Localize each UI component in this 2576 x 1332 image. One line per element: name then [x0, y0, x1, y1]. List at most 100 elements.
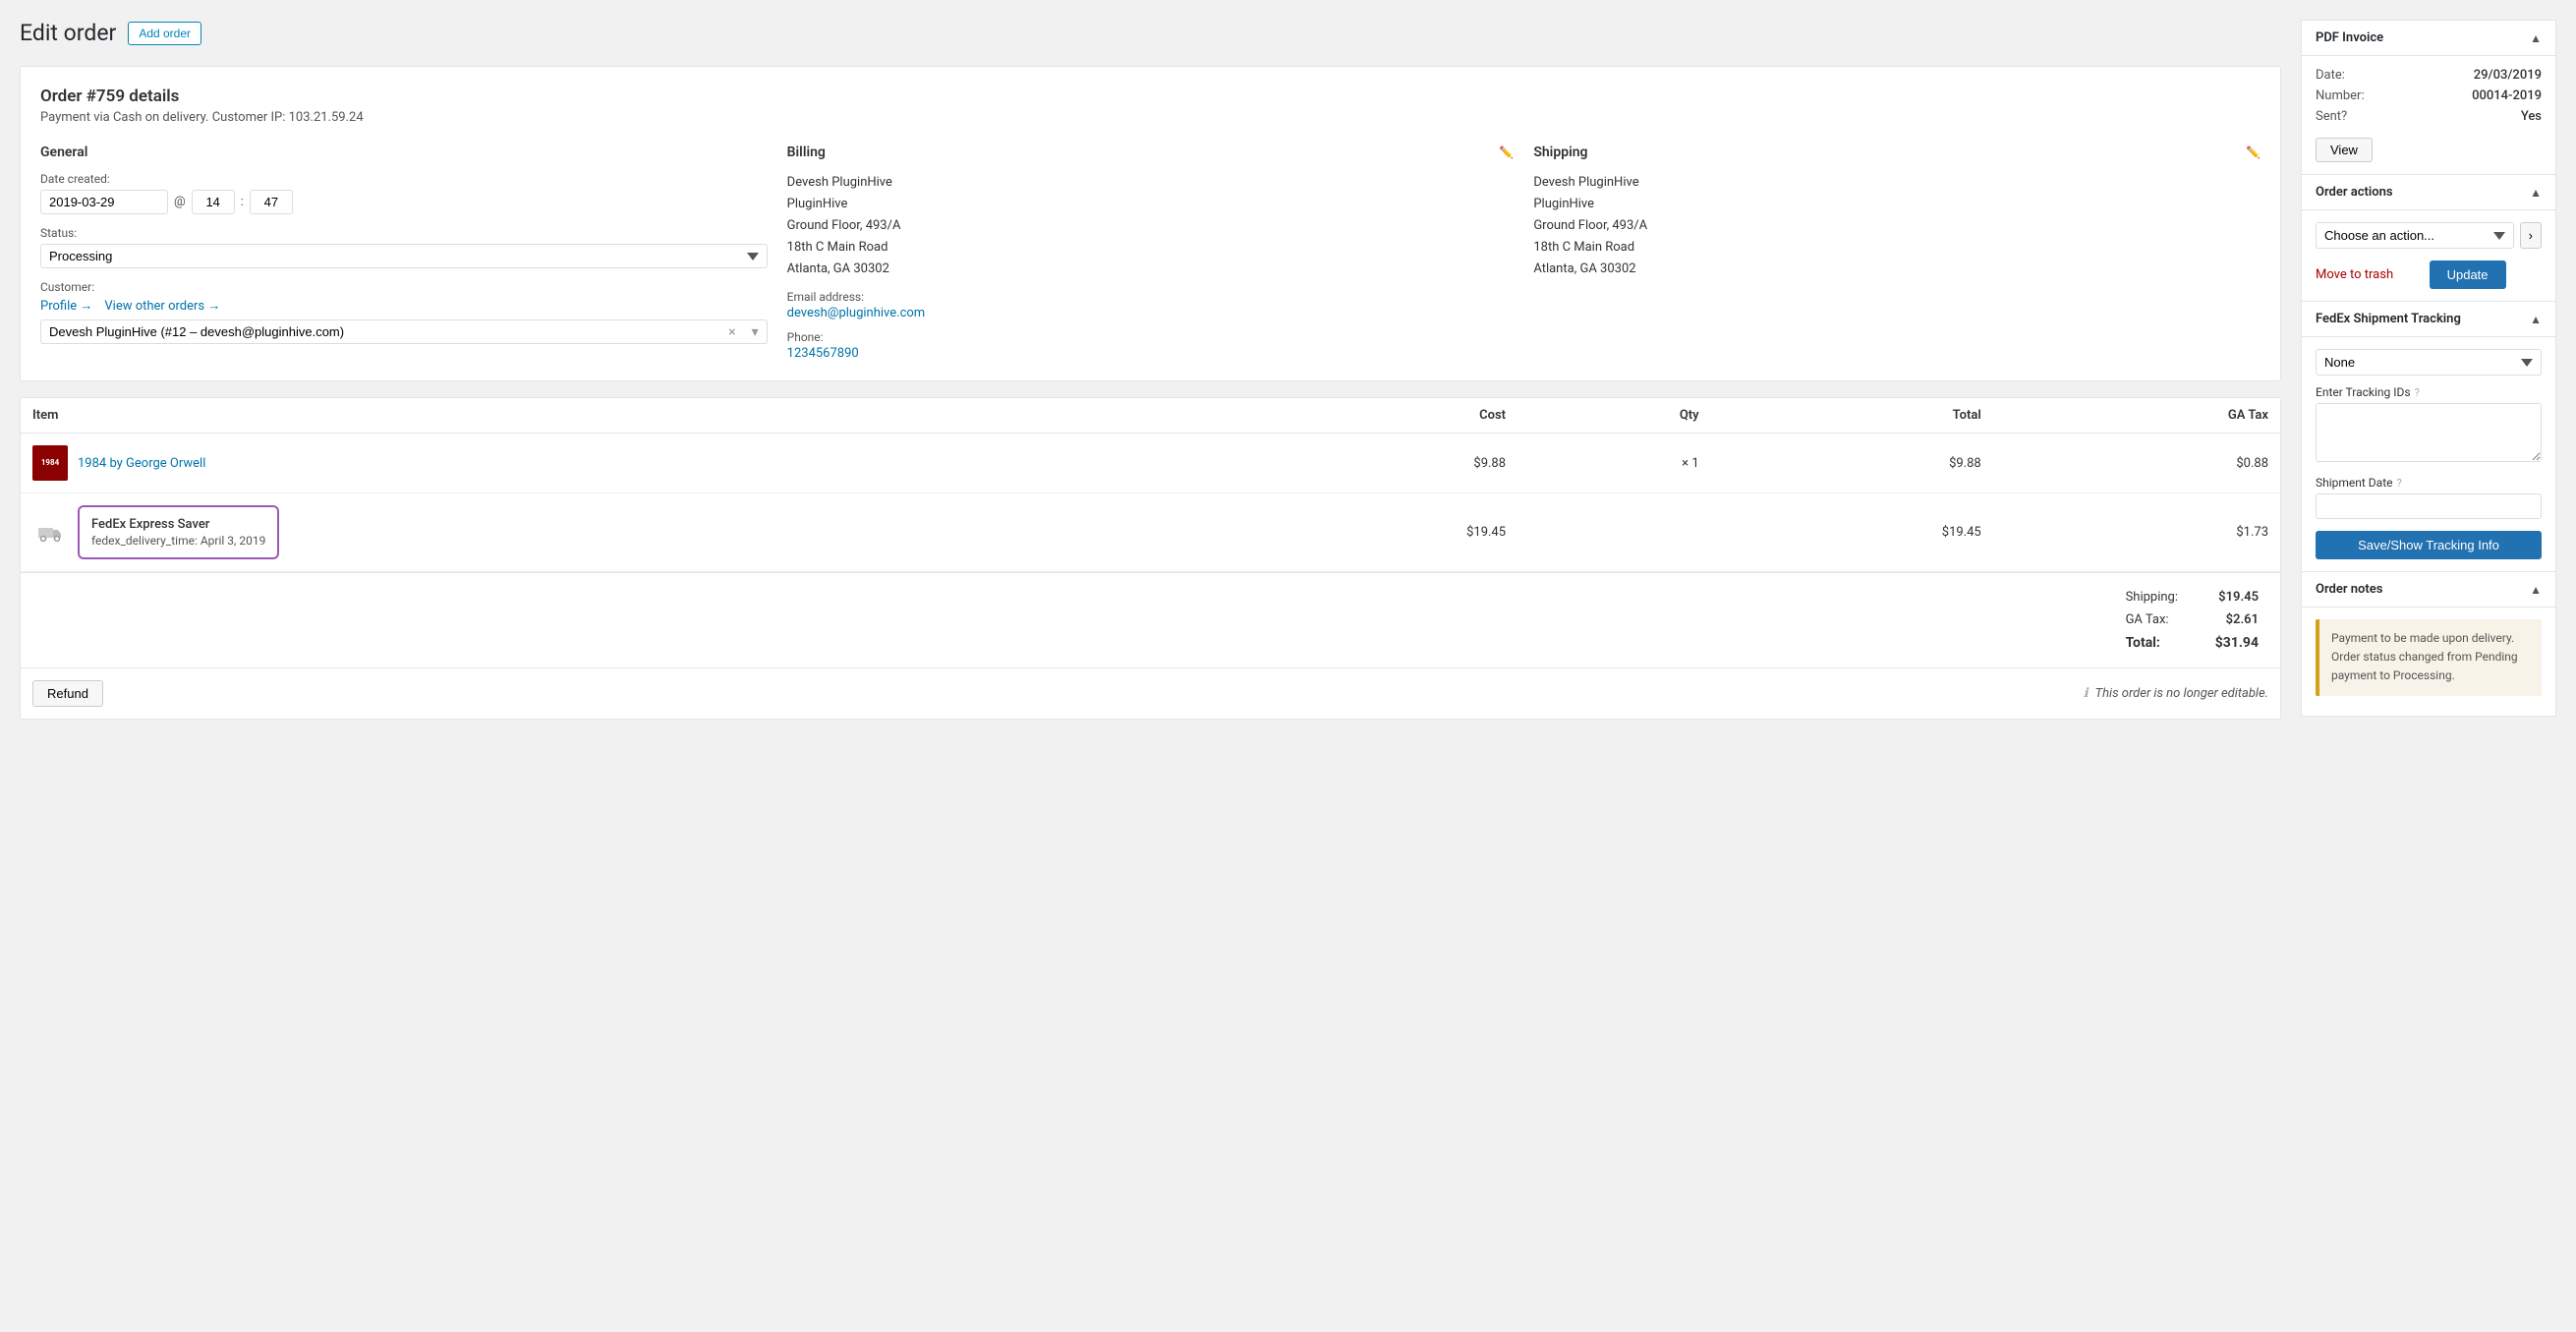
- product-total: $9.88: [1711, 434, 1993, 493]
- time-min-input[interactable]: [250, 190, 293, 214]
- totals-shipping-row: Shipping: $19.45: [2118, 587, 2266, 608]
- totals-table: Shipping: $19.45 GA Tax: $2.61 Total: $3…: [2116, 585, 2268, 656]
- page-wrapper: Edit order Add order Order #759 details …: [0, 0, 2576, 1332]
- product-qty: × 1: [1517, 434, 1711, 493]
- col-ga-tax: GA Tax: [1993, 398, 2280, 434]
- view-other-orders-link[interactable]: View other orders →: [104, 298, 220, 314]
- view-invoice-button[interactable]: View: [2316, 138, 2373, 162]
- table-row: 1984 1984 by George Orwell $9.88 × 1 $9.…: [21, 434, 2280, 493]
- fedex-tracking-body: None Enter Tracking IDs ? Shipment Date …: [2302, 337, 2555, 571]
- shipping-address1: Ground Floor, 493/A: [1533, 215, 2261, 237]
- time-hour-input[interactable]: [192, 190, 235, 214]
- order-actions-collapse-icon: ▲: [2530, 186, 2542, 200]
- product-thumbnail: 1984: [32, 445, 68, 481]
- tracking-ids-textarea[interactable]: [2316, 403, 2542, 462]
- status-label: Status:: [40, 226, 768, 240]
- billing-email[interactable]: devesh@pluginhive.com: [787, 306, 926, 320]
- general-section-title: General: [40, 145, 768, 160]
- page-title: Edit order: [20, 20, 116, 46]
- pdf-date-value: 29/03/2019: [2474, 68, 2542, 83]
- tracking-help-icon: ?: [2415, 386, 2420, 399]
- order-actions-header[interactable]: Order actions ▲: [2302, 175, 2555, 210]
- status-select[interactable]: Processing: [40, 244, 768, 268]
- page-header: Edit order Add order: [20, 20, 2281, 46]
- general-section: General Date created: @ :: [40, 145, 768, 361]
- customer-dropdown-icon[interactable]: ▾: [744, 324, 767, 340]
- shipping-item-row: FedEx Express Saver fedex_delivery_time:…: [32, 505, 1224, 559]
- item-row: 1984 1984 by George Orwell: [32, 445, 1224, 481]
- customer-select-wrap: × ▾: [40, 319, 768, 344]
- product-link[interactable]: 1984 by George Orwell: [78, 456, 205, 471]
- shipping-row: FedEx Express Saver fedex_delivery_time:…: [21, 493, 2280, 572]
- not-editable-text: This order is no longer editable.: [2095, 686, 2268, 701]
- shipping-total: $19.45: [1711, 493, 1993, 572]
- order-notes-header[interactable]: Order notes ▲: [2302, 572, 2555, 608]
- shipping-method-name: FedEx Express Saver: [91, 517, 265, 532]
- fedex-tracking-section: FedEx Shipment Tracking ▲ None Enter Tra…: [2301, 302, 2556, 572]
- billing-edit-icon[interactable]: ✏️: [1499, 145, 1514, 159]
- fedex-tracking-title: FedEx Shipment Tracking: [2316, 312, 2461, 326]
- table-header-row: Item Cost Qty Total GA Tax: [21, 398, 2280, 434]
- col-item: Item: [21, 398, 1235, 434]
- pdf-date-row: Date: 29/03/2019: [2316, 68, 2542, 83]
- email-label: Email address:: [787, 290, 1515, 304]
- update-button[interactable]: Update: [2430, 261, 2506, 289]
- order-note: Payment to be made upon delivery. Order …: [2316, 619, 2542, 696]
- shipping-company: PluginHive: [1533, 194, 2261, 215]
- billing-section: Billing ✏️ Devesh PluginHive PluginHive …: [787, 145, 1515, 361]
- shipping-ga-tax: $1.73: [1993, 493, 2280, 572]
- shipping-truck-icon: [32, 515, 68, 550]
- pdf-sent-row: Sent? Yes: [2316, 109, 2542, 124]
- billing-phone[interactable]: 1234567890: [787, 346, 859, 361]
- order-notes-section: Order notes ▲ Payment to be made upon de…: [2301, 572, 2556, 717]
- billing-name: Devesh PluginHive: [787, 172, 1515, 194]
- date-field-group: Date created: @ :: [40, 172, 768, 214]
- profile-link[interactable]: Profile →: [40, 298, 92, 314]
- pdf-sent-label: Sent?: [2316, 109, 2347, 124]
- thumb-text: 1984: [41, 459, 59, 468]
- right-panel: PDF Invoice ▲ Date: 29/03/2019 Number: 0…: [2301, 20, 2556, 720]
- billing-section-title: Billing ✏️: [787, 145, 1515, 160]
- order-notes-title: Order notes: [2316, 582, 2382, 597]
- order-action-select[interactable]: Choose an action...: [2316, 222, 2514, 249]
- order-details-title: Order #759 details: [40, 87, 2261, 106]
- order-actions-body: Choose an action... › Move to trash Upda…: [2302, 210, 2555, 301]
- totals-ga-tax-row: GA Tax: $2.61: [2118, 609, 2266, 630]
- billing-address1: Ground Floor, 493/A: [787, 215, 1515, 237]
- customer-links: Profile → View other orders →: [40, 298, 768, 314]
- totals-ga-tax-value: $2.61: [2188, 609, 2266, 630]
- action-go-button[interactable]: ›: [2520, 222, 2542, 249]
- refund-button[interactable]: Refund: [32, 680, 103, 707]
- pdf-number-value: 00014-2019: [2472, 88, 2542, 103]
- action-select-row: Choose an action... ›: [2316, 222, 2542, 249]
- shipment-date-input[interactable]: [2316, 493, 2542, 519]
- customer-input[interactable]: [41, 320, 720, 343]
- shipping-edit-icon[interactable]: ✏️: [2246, 145, 2261, 159]
- totals-total-value: $31.94: [2188, 632, 2266, 654]
- info-icon: ℹ: [2084, 686, 2089, 701]
- pdf-invoice-body: Date: 29/03/2019 Number: 00014-2019 Sent…: [2302, 56, 2555, 174]
- col-cost: Cost: [1235, 398, 1517, 434]
- product-ga-tax: $0.88: [1993, 434, 2280, 493]
- customer-field-group: Customer: Profile → View other orders → …: [40, 280, 768, 344]
- order-details-subtitle: Payment via Cash on delivery. Customer I…: [40, 110, 2261, 125]
- fedex-carrier-select[interactable]: None: [2316, 349, 2542, 376]
- pdf-invoice-header[interactable]: PDF Invoice ▲: [2302, 21, 2555, 56]
- move-to-trash-link[interactable]: Move to trash: [2316, 267, 2393, 282]
- left-panel: Edit order Add order Order #759 details …: [20, 20, 2281, 720]
- customer-clear-button[interactable]: ×: [720, 324, 743, 340]
- phone-label: Phone:: [787, 330, 1515, 344]
- main-content-wrapper: Edit order Add order Order #759 details …: [0, 0, 2576, 739]
- add-order-button[interactable]: Add order: [128, 22, 201, 45]
- product-cell: 1984 1984 by George Orwell: [21, 434, 1235, 493]
- date-input[interactable]: [40, 190, 168, 214]
- pdf-invoice-section: PDF Invoice ▲ Date: 29/03/2019 Number: 0…: [2301, 20, 2556, 175]
- save-tracking-button[interactable]: Save/Show Tracking Info: [2316, 531, 2542, 559]
- order-actions-title: Order actions: [2316, 185, 2393, 200]
- fedex-tracking-header[interactable]: FedEx Shipment Tracking ▲: [2302, 302, 2555, 337]
- shipping-cost: $19.45: [1235, 493, 1517, 572]
- action-footer: Move to trash Update: [2316, 261, 2542, 289]
- order-note-text: Payment to be made upon delivery. Order …: [2331, 631, 2518, 682]
- shipping-address: Devesh PluginHive PluginHive Ground Floo…: [1533, 172, 2261, 280]
- customer-label: Customer:: [40, 280, 768, 294]
